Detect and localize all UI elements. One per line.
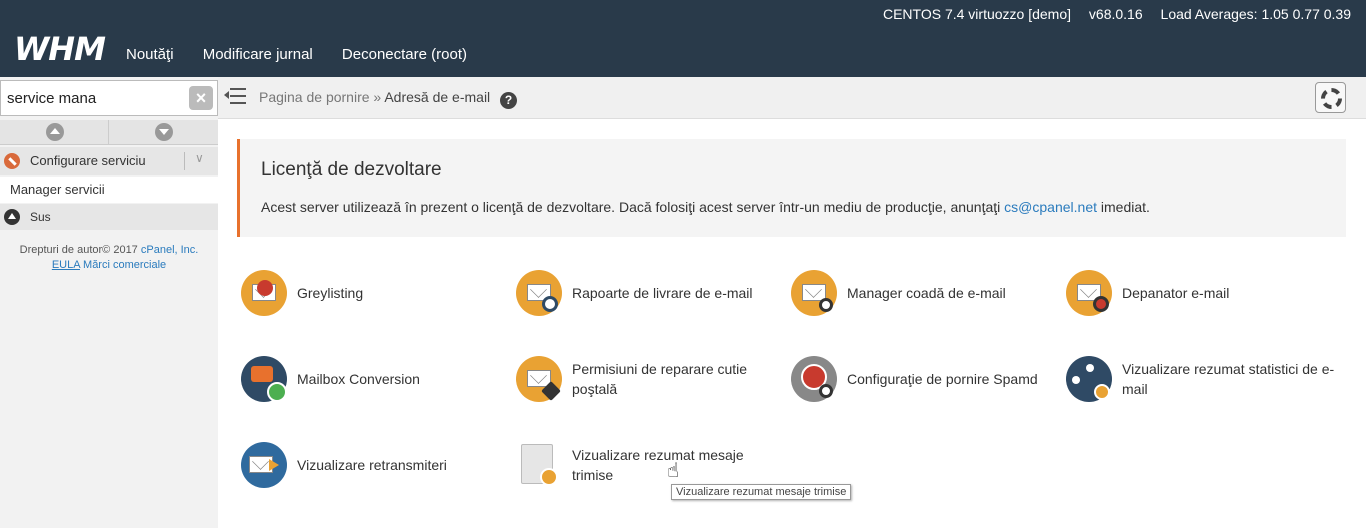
- sent-summary-icon: [516, 442, 562, 488]
- load-averages: Load Averages: 1.05 0.77 0.39: [1160, 6, 1351, 22]
- tool-relayers[interactable]: Vizualizare retransmiteri: [241, 442, 501, 488]
- nav-logout[interactable]: Deconectare (root): [342, 46, 467, 63]
- tool-email-stats[interactable]: Vizualizare rezumat statistici de e-mail: [1066, 356, 1341, 402]
- tool-label: Configuraţie de pornire Spamd: [847, 371, 1038, 387]
- queue-manager-icon: [791, 270, 837, 316]
- sidebar: × Configurare serviciu ∨ Manager servici…: [0, 77, 218, 528]
- sidebar-scroll-controls: [0, 120, 218, 145]
- top-nav: Noutăţi Modificare jurnal Deconectare (r…: [126, 46, 492, 63]
- email-stats-icon: [1066, 356, 1112, 402]
- tool-label: Permisiuni de reparare cutie poştală: [572, 361, 748, 397]
- tool-delivery-reports[interactable]: Rapoarte de livrare de e-mail: [516, 270, 776, 316]
- tool-email-troubleshooter[interactable]: Depanator e-mail: [1066, 270, 1326, 316]
- tooltip: Vizualizare rezumat mesaje trimise: [671, 484, 852, 500]
- copyright: Drepturi de autor© 2017 cPanel, Inc. EUL…: [0, 243, 218, 273]
- sidebar-item-service-manager[interactable]: Manager servicii: [0, 177, 218, 203]
- mailbox-conversion-icon: [241, 356, 287, 402]
- tool-label: Depanator e-mail: [1122, 285, 1230, 301]
- tool-mailbox-repair[interactable]: Permisiuni de reparare cutie poştală: [516, 356, 776, 402]
- sidebar-back-to-top[interactable]: Sus: [0, 204, 218, 230]
- tool-label: Manager coadă de e-mail: [847, 285, 1006, 301]
- tool-label: Rapoarte de livrare de e-mail: [572, 285, 753, 301]
- scroll-down-icon[interactable]: [155, 123, 173, 141]
- spamd-config-icon: [791, 356, 837, 402]
- chevron-down-icon[interactable]: ∨: [195, 151, 204, 165]
- whm-version: v68.0.16: [1088, 6, 1143, 22]
- tool-label: Greylisting: [297, 285, 364, 301]
- breadcrumb: Pagina de pornire » Adresă de e-mail ?: [259, 89, 518, 109]
- search-box: ×: [0, 80, 218, 116]
- nav-changelog[interactable]: Modificare jurnal: [203, 46, 313, 63]
- whm-logo[interactable]: WHM: [14, 30, 106, 68]
- breadcrumb-bar: Pagina de pornire » Adresă de e-mail ?: [218, 77, 1366, 119]
- email-troubleshooter-icon: [1066, 270, 1112, 316]
- tool-queue-manager[interactable]: Manager coadă de e-mail: [791, 270, 1051, 316]
- tool-label: Mailbox Conversion: [297, 371, 420, 387]
- wrench-icon: [4, 153, 20, 169]
- tool-greylisting[interactable]: Greylisting: [241, 270, 501, 316]
- greylisting-icon: [241, 270, 287, 316]
- notice-title: Licenţă de dezvoltare: [261, 159, 442, 180]
- tool-spamd-config[interactable]: Configuraţie de pornire Spamd: [791, 356, 1051, 402]
- breadcrumb-home[interactable]: Pagina de pornire: [259, 89, 370, 105]
- delivery-reports-icon: [516, 270, 562, 316]
- system-info: CENTOS 7.4 virtuozzo [demo] v68.0.16 Loa…: [869, 6, 1351, 22]
- mailbox-repair-icon: [516, 356, 562, 402]
- help-icon[interactable]: ?: [500, 92, 518, 109]
- tool-label: Vizualizare rezumat statistici de e-mail: [1122, 361, 1335, 397]
- nav-news[interactable]: Noutăţi: [126, 46, 174, 63]
- support-lifebuoy-icon[interactable]: [1315, 82, 1346, 113]
- license-notice: Licenţă de dezvoltare Acest server utili…: [237, 139, 1346, 237]
- scroll-up-icon[interactable]: [46, 123, 64, 141]
- breadcrumb-separator: »: [373, 89, 382, 105]
- breadcrumb-current: Adresă de e-mail: [384, 89, 491, 105]
- top-label: Sus: [30, 210, 51, 224]
- category-label: Configurare serviciu: [30, 153, 146, 168]
- copyright-text: Drepturi de autor© 2017: [19, 244, 138, 256]
- arrow-divider: [108, 120, 109, 145]
- collapse-menu-icon[interactable]: [224, 86, 246, 106]
- arrow-up-icon: [4, 209, 20, 225]
- cpanel-link[interactable]: cPanel, Inc.: [141, 244, 198, 256]
- eula-link[interactable]: EULA: [52, 259, 80, 271]
- notice-text: Acest server utilizează în prezent o lic…: [261, 199, 1150, 215]
- trademarks-link[interactable]: Mărci comerciale: [83, 259, 166, 271]
- mouse-cursor-icon: ☝: [667, 460, 680, 482]
- server-name: CENTOS 7.4 virtuozzo [demo]: [882, 6, 1072, 22]
- sidebar-item-label: Manager servicii: [10, 182, 105, 197]
- top-header: CENTOS 7.4 virtuozzo [demo] v68.0.16 Loa…: [0, 0, 1366, 77]
- notice-body-end: imediat.: [1100, 199, 1150, 215]
- notice-body: Acest server utilizează în prezent o lic…: [261, 199, 1001, 215]
- tool-sent-summary[interactable]: Vizualizare rezumat mesaje trimise: [516, 442, 776, 488]
- category-divider: [184, 152, 185, 170]
- support-email-link[interactable]: cs@cpanel.net: [1004, 199, 1097, 215]
- tool-mailbox-conversion[interactable]: Mailbox Conversion: [241, 356, 501, 402]
- relayers-icon: [241, 442, 287, 488]
- sidebar-category-service-config[interactable]: Configurare serviciu ∨: [0, 147, 218, 175]
- tool-label: Vizualizare retransmiteri: [297, 457, 447, 473]
- search-input[interactable]: [7, 85, 185, 111]
- clear-search-icon[interactable]: ×: [189, 86, 213, 110]
